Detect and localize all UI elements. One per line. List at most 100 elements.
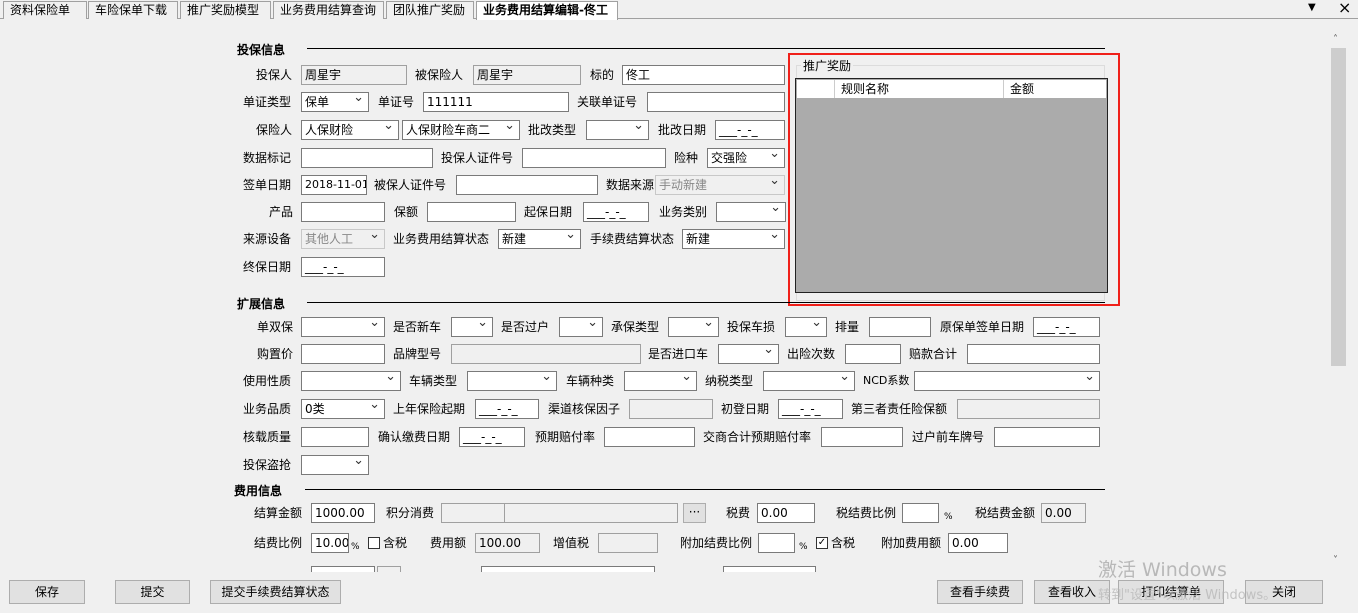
tab-fee-edit[interactable]: 业务费用结算编辑-佟工 bbox=[476, 1, 618, 20]
vehicle-kind-select[interactable] bbox=[624, 371, 697, 391]
pay-confirm-field[interactable]: ___-_-_ bbox=[459, 427, 525, 447]
label: 初登日期 bbox=[721, 402, 770, 416]
close-tab-icon[interactable]: × bbox=[1338, 0, 1351, 17]
start-date-field[interactable]: ___-_-_ bbox=[583, 202, 649, 222]
fee-ratio-field[interactable]: 10.00 bbox=[311, 533, 349, 553]
displacement-field[interactable] bbox=[869, 317, 931, 337]
doc-type-select[interactable]: 保单 bbox=[301, 92, 369, 112]
underwrite-type-select[interactable] bbox=[668, 317, 719, 337]
brand-model-field[interactable] bbox=[451, 344, 641, 364]
incl-tax-checkbox[interactable] bbox=[368, 537, 380, 549]
label: 排量 bbox=[835, 320, 860, 334]
tab-policy-download[interactable]: 车险保单下载 bbox=[88, 1, 178, 19]
car-damage-select[interactable] bbox=[785, 317, 827, 337]
ncd-select[interactable] bbox=[914, 371, 1100, 391]
end-date-field[interactable]: ___-_-_ bbox=[301, 257, 385, 277]
view-commission-button[interactable]: 查看手续费 bbox=[937, 580, 1023, 604]
risk-type-select[interactable]: 交强险 bbox=[707, 148, 785, 168]
settle-amount-field[interactable]: 1000.00 bbox=[311, 503, 375, 523]
points-field[interactable] bbox=[441, 503, 505, 523]
tax-field[interactable]: 0.00 bbox=[757, 503, 815, 523]
tab-policy-data[interactable]: 资料保险单 bbox=[3, 1, 87, 19]
tab-dropdown-icon[interactable]: ▼ bbox=[1308, 2, 1316, 13]
last-year-start-field[interactable]: ___-_-_ bbox=[475, 399, 539, 419]
imported-select[interactable] bbox=[718, 344, 779, 364]
product-field[interactable] bbox=[301, 202, 385, 222]
amount-field[interactable] bbox=[427, 202, 516, 222]
partial-button[interactable] bbox=[377, 566, 401, 572]
first-reg-field[interactable]: ___-_-_ bbox=[778, 399, 843, 419]
theft-select[interactable] bbox=[301, 455, 369, 475]
insurer-select[interactable]: 人保财险 bbox=[301, 120, 399, 140]
combined-loss-field[interactable] bbox=[821, 427, 903, 447]
grid-header-amount[interactable]: 金额 bbox=[1004, 80, 1106, 98]
load-field[interactable] bbox=[301, 427, 369, 447]
data-source-select[interactable]: 手动新建 bbox=[655, 175, 785, 195]
data-mark-field[interactable] bbox=[301, 148, 433, 168]
orig-sign-date-field[interactable]: ___-_-_ bbox=[1033, 317, 1100, 337]
points-more-button[interactable]: ··· bbox=[683, 503, 706, 523]
partial-field[interactable] bbox=[481, 566, 655, 572]
label: 车辆类型 bbox=[409, 374, 458, 388]
percent-label: % bbox=[799, 542, 808, 552]
grid-header-row-selector bbox=[797, 80, 835, 98]
scroll-down-icon[interactable]: ˅ bbox=[1333, 555, 1338, 566]
tab-team-reward[interactable]: 团队推广奖励 bbox=[386, 1, 474, 19]
tax-amount-field[interactable]: 0.00 bbox=[1041, 503, 1086, 523]
partial-field[interactable] bbox=[723, 566, 816, 572]
usage-select[interactable] bbox=[301, 371, 401, 391]
extra-incl-tax-checkbox[interactable]: ✓ bbox=[816, 537, 828, 549]
vat-field[interactable] bbox=[598, 533, 658, 553]
vehicle-type-select[interactable] bbox=[467, 371, 557, 391]
submit-status-button[interactable]: 提交手续费结算状态 bbox=[210, 580, 341, 604]
claim-count-field[interactable] bbox=[845, 344, 901, 364]
extra-ratio-field[interactable] bbox=[758, 533, 795, 553]
tab-fee-query[interactable]: 业务费用结算查询 bbox=[273, 1, 384, 19]
points-detail-field[interactable] bbox=[504, 503, 678, 523]
biz-fee-status-select[interactable]: 新建 bbox=[498, 229, 581, 249]
channel-factor-field[interactable] bbox=[629, 399, 713, 419]
applicant-id-field[interactable] bbox=[522, 148, 666, 168]
percent-label: % bbox=[944, 512, 953, 522]
fee-amount-field[interactable]: 100.00 bbox=[475, 533, 540, 553]
scroll-up-icon[interactable]: ˄ bbox=[1333, 34, 1338, 45]
biz-quality-select[interactable]: 0类 bbox=[301, 399, 385, 419]
scrollbar-thumb[interactable] bbox=[1331, 48, 1346, 366]
transfer-select[interactable] bbox=[559, 317, 603, 337]
related-doc-field[interactable] bbox=[647, 92, 785, 112]
sign-date-field[interactable]: 2018-11-01 bbox=[301, 175, 367, 195]
expected-loss-field[interactable] bbox=[604, 427, 695, 447]
tab-bar: 资料保险单 车险保单下载 推广奖励模型 业务费用结算查询 团队推广奖励 业务费用… bbox=[0, 0, 1358, 20]
tax-type-select[interactable] bbox=[763, 371, 855, 391]
biz-category-select[interactable] bbox=[716, 202, 786, 222]
prev-plate-field[interactable] bbox=[994, 427, 1100, 447]
source-device-select[interactable]: 其他人工 bbox=[301, 229, 385, 249]
insured-field[interactable]: 周星宇 bbox=[473, 65, 581, 85]
submit-button[interactable]: 提交 bbox=[115, 580, 190, 604]
tab-reward-model[interactable]: 推广奖励模型 bbox=[180, 1, 271, 19]
grid-header-rule-name[interactable]: 规则名称 bbox=[835, 80, 1004, 98]
label: 被保人证件号 bbox=[374, 178, 447, 192]
endorse-type-select[interactable] bbox=[586, 120, 649, 140]
applicant-field[interactable]: 周星宇 bbox=[301, 65, 407, 85]
extra-amount-field[interactable]: 0.00 bbox=[948, 533, 1008, 553]
label: 税结费比例 bbox=[836, 506, 897, 520]
third-party-field[interactable] bbox=[957, 399, 1100, 419]
vertical-scrollbar[interactable]: ˄ ˅ bbox=[1330, 28, 1347, 571]
endorse-date-field[interactable]: ___-_-_ bbox=[715, 120, 785, 140]
save-button[interactable]: 保存 bbox=[9, 580, 85, 604]
doc-no-field[interactable]: 111111 bbox=[423, 92, 569, 112]
insurer-branch-select[interactable]: 人保财险车商二 bbox=[402, 120, 520, 140]
label: 车辆种类 bbox=[566, 374, 615, 388]
commission-status-select[interactable]: 新建 bbox=[682, 229, 785, 249]
tax-ratio-field[interactable] bbox=[902, 503, 939, 523]
insured-id-field[interactable] bbox=[456, 175, 598, 195]
reward-grid[interactable]: 规则名称 金额 bbox=[795, 78, 1108, 293]
new-car-select[interactable] bbox=[451, 317, 493, 337]
subject-field[interactable]: 佟工 bbox=[622, 65, 785, 85]
partial-field[interactable] bbox=[311, 566, 375, 572]
purchase-price-field[interactable] bbox=[301, 344, 385, 364]
label: 标的 bbox=[590, 68, 615, 82]
claim-total-field[interactable] bbox=[967, 344, 1100, 364]
single-double-select[interactable] bbox=[301, 317, 385, 337]
